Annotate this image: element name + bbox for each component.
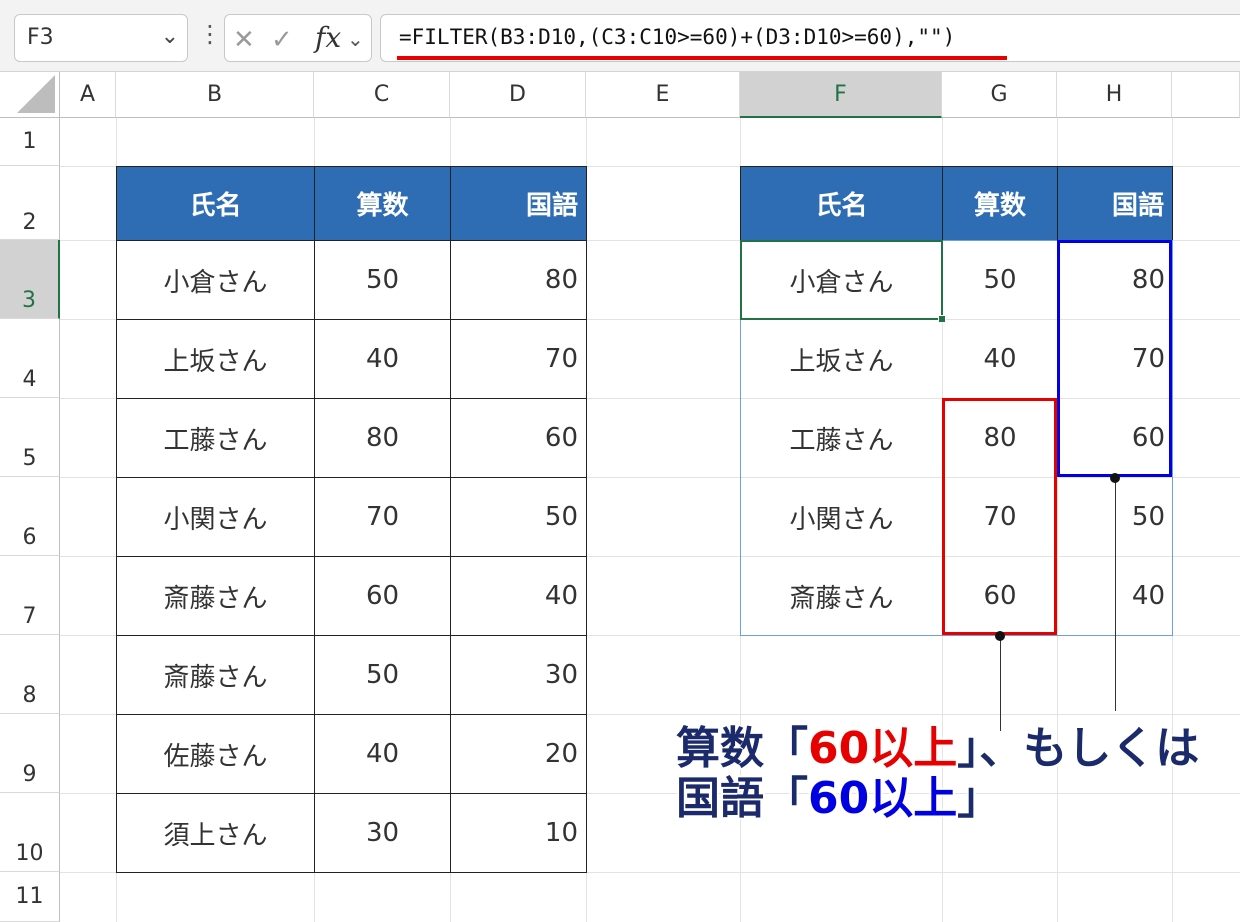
- row-header-4[interactable]: 4: [0, 319, 60, 398]
- source_table-cell[interactable]: 50: [314, 635, 451, 715]
- row-header-1[interactable]: 1: [0, 118, 60, 166]
- source_table-cell[interactable]: 80: [450, 240, 587, 320]
- formula-underline: [397, 56, 1007, 60]
- result_table-header-cell[interactable]: 国語: [1057, 166, 1173, 241]
- source_table-cell[interactable]: 斎藤さん: [116, 635, 315, 715]
- source_table-cell[interactable]: 須上さん: [116, 793, 315, 873]
- source_table-cell[interactable]: 小関さん: [116, 477, 315, 557]
- source_table-header-cell[interactable]: 算数: [314, 166, 451, 241]
- source_table-cell[interactable]: 20: [450, 714, 587, 794]
- callout-line-1: 算数「60以上」、もしくは: [676, 724, 1199, 774]
- callout-highlight-math: 60以上: [808, 723, 958, 774]
- leader-line: [1114, 477, 1116, 711]
- select-all-button[interactable]: [0, 72, 60, 118]
- name-box-value: F3: [27, 25, 54, 50]
- callout-highlight-japanese: 60以上: [808, 773, 958, 824]
- row-header-5[interactable]: 5: [0, 398, 60, 477]
- name-box[interactable]: F3 ⌄: [14, 14, 188, 62]
- row-header-6[interactable]: 6: [0, 477, 60, 556]
- source_table-cell[interactable]: 40: [450, 556, 587, 636]
- cancel-icon[interactable]: ✕: [233, 25, 255, 55]
- callout-text: 算数「60以上」、もしくは 国語「60以上」: [676, 724, 1199, 824]
- source_table-cell[interactable]: 70: [450, 319, 587, 399]
- row-header-11[interactable]: 11: [0, 872, 60, 922]
- row-header-9[interactable]: 9: [0, 714, 60, 793]
- column-header-h[interactable]: H: [1057, 72, 1172, 118]
- check-icon[interactable]: ✓: [271, 25, 293, 55]
- formula-buttons: ✕ ✓ fx ⌄: [224, 14, 372, 62]
- column-header-g[interactable]: G: [942, 72, 1057, 118]
- leader-line: [999, 635, 1001, 731]
- column-header-partial[interactable]: [1172, 72, 1240, 118]
- japanese-highlight-box: [1057, 240, 1172, 477]
- formula-text: =FILTER(B3:D10,(C3:C10>=60)+(D3:D10>=60)…: [399, 25, 956, 49]
- chevron-down-icon[interactable]: ⌄: [161, 24, 179, 49]
- source_table-cell[interactable]: 30: [450, 635, 587, 715]
- column-header-e[interactable]: E: [586, 72, 740, 118]
- source_table-header-cell[interactable]: 氏名: [116, 166, 315, 241]
- source_table-cell[interactable]: 上坂さん: [116, 319, 315, 399]
- source_table-cell[interactable]: 60: [314, 556, 451, 636]
- chevron-down-icon[interactable]: ⌄: [347, 27, 364, 51]
- source_table-cell[interactable]: 小倉さん: [116, 240, 315, 320]
- column-header-a[interactable]: A: [60, 72, 116, 118]
- insert-function-icon[interactable]: fx: [315, 21, 341, 54]
- row-header-3[interactable]: 3: [0, 240, 60, 319]
- formula-input[interactable]: =FILTER(B3:D10,(C3:C10>=60)+(D3:D10>=60)…: [380, 14, 1240, 62]
- source_table-cell[interactable]: 佐藤さん: [116, 714, 315, 794]
- source_table-cell[interactable]: 工藤さん: [116, 398, 315, 478]
- callout-text-part: 」、もしくは: [957, 723, 1200, 774]
- leader-dot: [994, 631, 1005, 641]
- row-header-10[interactable]: 10: [0, 793, 60, 872]
- leader-dot: [1109, 473, 1120, 483]
- callout-text-part: 算数「: [676, 723, 808, 774]
- fill-handle[interactable]: [938, 315, 946, 323]
- callout-line-2: 国語「60以上」: [676, 774, 1199, 824]
- result_table-header-cell[interactable]: 氏名: [740, 166, 943, 241]
- row-header-8[interactable]: 8: [0, 635, 60, 714]
- row-header-2[interactable]: 2: [0, 166, 60, 240]
- source_table-cell[interactable]: 80: [314, 398, 451, 478]
- source_table-cell[interactable]: 60: [450, 398, 587, 478]
- source_table-cell[interactable]: 30: [314, 793, 451, 873]
- source_table-cell[interactable]: 50: [450, 477, 587, 557]
- math-highlight-box: [942, 398, 1057, 635]
- source_table-cell[interactable]: 40: [314, 319, 451, 399]
- more-options-icon[interactable]: ⋮: [198, 22, 222, 46]
- source_table-header-cell[interactable]: 国語: [450, 166, 587, 241]
- column-header-b[interactable]: B: [116, 72, 314, 118]
- row-header-7[interactable]: 7: [0, 556, 60, 635]
- column-header-f[interactable]: F: [740, 72, 942, 118]
- source_table-cell[interactable]: 斎藤さん: [116, 556, 315, 636]
- callout-text-part: 」: [957, 773, 1002, 824]
- column-header-d[interactable]: D: [450, 72, 586, 118]
- formula-bar: F3 ⌄ ⋮ ✕ ✓ fx ⌄ =FILTER(B3:D10,(C3:C10>=…: [0, 0, 1240, 72]
- source_table-cell[interactable]: 40: [314, 714, 451, 794]
- select-all-icon: [17, 75, 55, 113]
- source_table-cell[interactable]: 10: [450, 793, 587, 873]
- result_table-header-cell[interactable]: 算数: [942, 166, 1058, 241]
- column-header-c[interactable]: C: [314, 72, 450, 118]
- source_table-cell[interactable]: 50: [314, 240, 451, 320]
- callout-text-part: 国語「: [676, 773, 808, 824]
- source_table-cell[interactable]: 70: [314, 477, 451, 557]
